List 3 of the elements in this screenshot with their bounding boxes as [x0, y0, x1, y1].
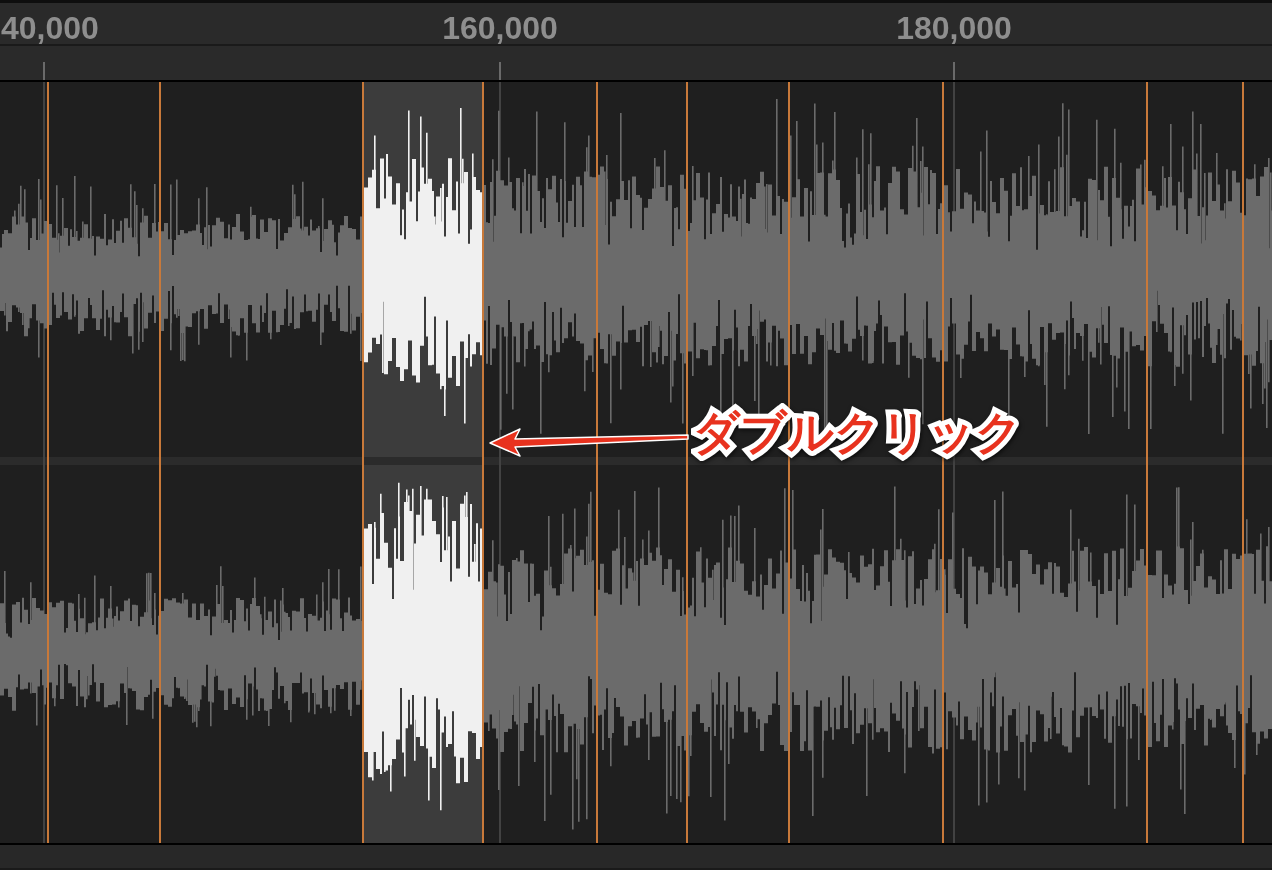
- ruler-label: 180,000: [896, 11, 1012, 44]
- ruler-label: 160,000: [442, 11, 558, 44]
- ruler-label: 40,000: [1, 11, 99, 44]
